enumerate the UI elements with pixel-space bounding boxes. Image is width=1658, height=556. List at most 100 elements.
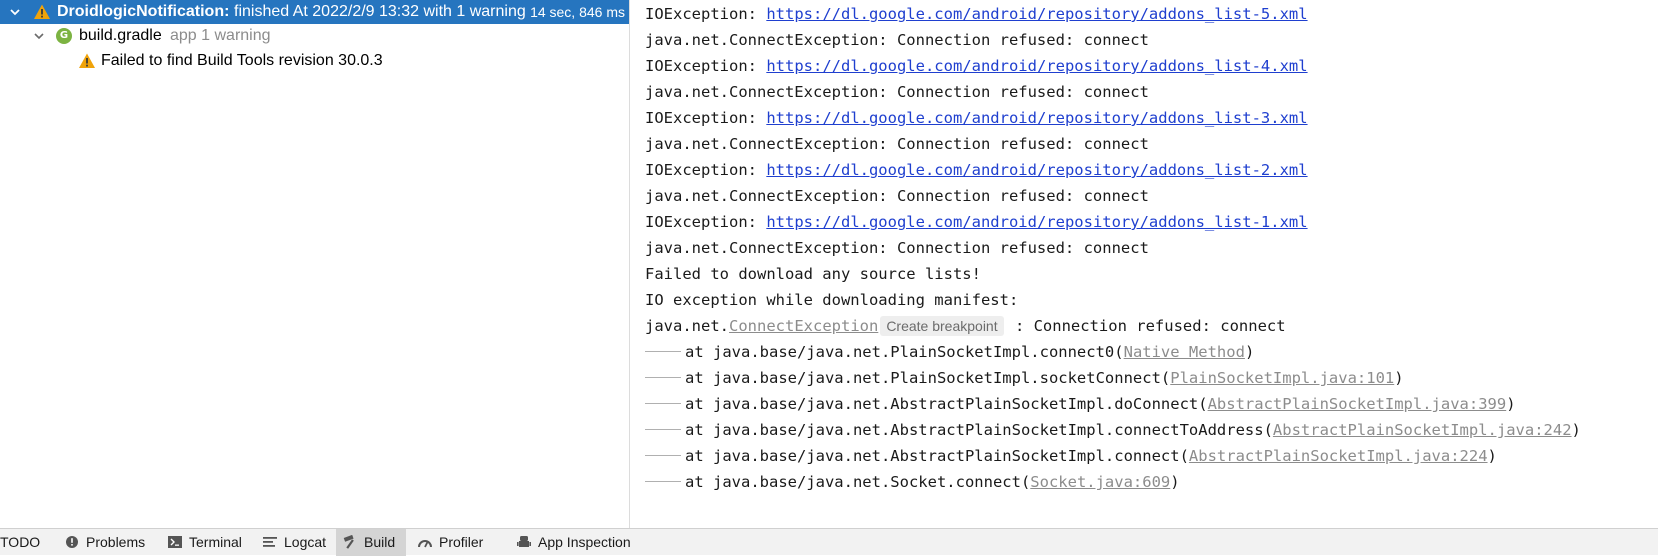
console-line: IOException: https://dl.google.com/andro… [645,53,1308,79]
tool-window-app-inspection-button[interactable]: App Inspection [510,529,650,556]
console-line-text: java.net.ConnectException: Connection re… [645,83,1149,101]
problems-icon [64,534,86,550]
stack-frame-connector [645,350,681,352]
stack-frame-source-link[interactable]: Socket.java:609 [1030,473,1170,491]
stack-frame: at java.base/java.net.Socket.connect(Soc… [645,469,1180,495]
tree-child-suffix: app 1 warning [170,27,271,44]
hammer-icon [342,534,364,550]
console-line-prefix: IOException: [645,57,767,75]
tool-window-todo-button[interactable]: TODO [0,529,52,556]
console-line: IOException: https://dl.google.com/andro… [645,1,1308,27]
stack-frame-connector [645,428,681,430]
console-line-text: IO exception while downloading manifest: [645,291,1019,309]
tree-root-name: DroidlogicNotification: [57,3,230,20]
console-line: Failed to download any source lists! [645,261,981,287]
console-line-prefix: IOException: [645,161,767,179]
tool-window-profiler-button[interactable]: Profiler [411,529,499,556]
console-line: IOException: https://dl.google.com/andro… [645,157,1308,183]
warning-icon [34,4,50,19]
stack-frame-end: ) [1394,369,1404,387]
repository-link[interactable]: https://dl.google.com/android/repository… [766,109,1307,127]
stack-frame-call: at java.base/java.net.AbstractPlainSocke… [685,421,1273,439]
console-line-text: java.net.ConnectException: Connection re… [645,187,1149,205]
stack-frame-source-link[interactable]: AbstractPlainSocketImpl.java:224 [1189,447,1488,465]
stack-frame-source-link[interactable]: Native Method [1124,343,1245,361]
console-line-prefix: IOException: [645,213,767,231]
console-line: java.net.ConnectException: Connection re… [645,79,1149,105]
console-line: IO exception while downloading manifest: [645,287,1018,313]
stack-frame: at java.base/java.net.AbstractPlainSocke… [645,417,1581,443]
stack-frame-connector [645,402,681,404]
stack-frame-call: at java.base/java.net.AbstractPlainSocke… [685,447,1189,465]
stack-frame-end: ) [1506,395,1516,413]
console-line-text: java.net.ConnectException: Connection re… [645,31,1149,49]
tree-warning-text: Failed to find Build Tools revision 30.0… [101,52,383,69]
exception-message: : Connection refused: connect [1005,317,1286,335]
tool-window-label: TODO [0,534,41,550]
stack-frame-end: ) [1170,473,1180,491]
tool-window-logcat-button[interactable]: Logcat [256,529,326,556]
console-line: java.net.ConnectException: Connection re… [645,183,1149,209]
tree-row-root[interactable]: DroidlogicNotification: finished At 2022… [0,0,629,24]
tool-window-label: Build [364,534,396,550]
stack-frame-end: ) [1244,343,1255,361]
chevron-down-icon[interactable] [32,29,46,43]
gradle-file-icon: G [56,28,72,44]
stack-frame-source-link[interactable]: AbstractPlainSocketImpl.java:399 [1208,395,1507,413]
console-line-text: java.net.ConnectException: Connection re… [645,135,1149,153]
stack-frame-connector [645,480,681,482]
tree-root-duration: 14 sec, 846 ms [526,2,625,22]
tool-window-label: App Inspection [538,534,631,550]
console-line: java.net.ConnectException: Connection re… [645,235,1149,261]
inspection-icon [516,534,538,550]
exception-package: java.net. [645,317,729,335]
console-line-text: java.net.ConnectException: Connection re… [645,239,1149,257]
exception-line: java.net.ConnectException Create breakpoi… [645,313,1286,339]
create-breakpoint-button[interactable]: Create breakpoint [880,316,1004,336]
tool-window-terminal-button[interactable]: Terminal [161,529,245,556]
tool-window-problems-button[interactable]: Problems [58,529,150,556]
tree-root-status: finished At 2022/2/9 13:32 with 1 warnin… [234,3,526,20]
stack-frame-call: at java.base/java.net.PlainSocketImpl.so… [685,369,1171,387]
console-line-text: Failed to download any source lists! [645,265,981,283]
stack-frame-source-link[interactable]: PlainSocketImpl.java:101 [1170,369,1394,387]
tool-window-label: Problems [86,534,146,550]
stack-frame-call: at java.base/java.net.PlainSocketImpl.co… [685,343,1124,361]
tree-row-warning[interactable]: Failed to find Build Tools revision 30.0… [0,49,629,73]
tool-window-label: Profiler [439,534,484,550]
tool-window-label: Logcat [284,534,327,550]
build-tree-panel: DroidlogicNotification: finished At 2022… [0,0,630,528]
warning-icon [79,53,95,68]
stack-frame: at java.base/java.net.AbstractPlainSocke… [645,391,1516,417]
exception-class-link[interactable]: ConnectException [729,317,878,335]
build-console-output: IOException: https://dl.google.com/andro… [630,0,1658,528]
stack-frame-source-link[interactable]: AbstractPlainSocketImpl.java:242 [1273,421,1572,439]
tree-child-name: build.gradle [79,27,162,44]
chevron-down-icon[interactable] [8,5,22,19]
tool-window-label: Terminal [189,534,242,550]
console-line: java.net.ConnectException: Connection re… [645,131,1149,157]
stack-frame: at java.base/java.net.PlainSocketImpl.so… [645,365,1404,391]
stack-frame-end: ) [1487,447,1497,465]
stack-frame-end: ) [1571,421,1581,439]
tool-window-build-button[interactable]: Build [336,529,406,556]
stack-frame: at java.base/java.net.PlainSocketImpl.co… [645,339,1254,365]
console-line-prefix: IOException: [645,5,767,23]
stack-frame-call: at java.base/java.net.AbstractPlainSocke… [685,395,1208,413]
tree-row-build-gradle[interactable]: G build.gradle app 1 warning [0,24,629,48]
repository-link[interactable]: https://dl.google.com/android/repository… [766,5,1307,23]
repository-link[interactable]: https://dl.google.com/android/repository… [766,57,1307,75]
stack-frame-connector [645,454,681,456]
console-line-prefix: IOException: [645,109,767,127]
repository-link[interactable]: https://dl.google.com/android/repository… [766,161,1307,179]
console-line: IOException: https://dl.google.com/andro… [645,209,1308,235]
stack-frame-call: at java.base/java.net.Socket.connect( [685,473,1031,491]
gauge-icon [417,534,439,550]
terminal-icon [167,534,189,550]
tool-window-bar: TODO Problems Terminal Logcat Build Profiler A… [0,528,1658,556]
console-line: java.net.ConnectException: Connection re… [645,27,1149,53]
repository-link[interactable]: https://dl.google.com/android/repository… [766,213,1307,231]
console-line: IOException: https://dl.google.com/andro… [645,105,1308,131]
stack-frame-connector [645,376,681,378]
logcat-icon [262,534,284,550]
